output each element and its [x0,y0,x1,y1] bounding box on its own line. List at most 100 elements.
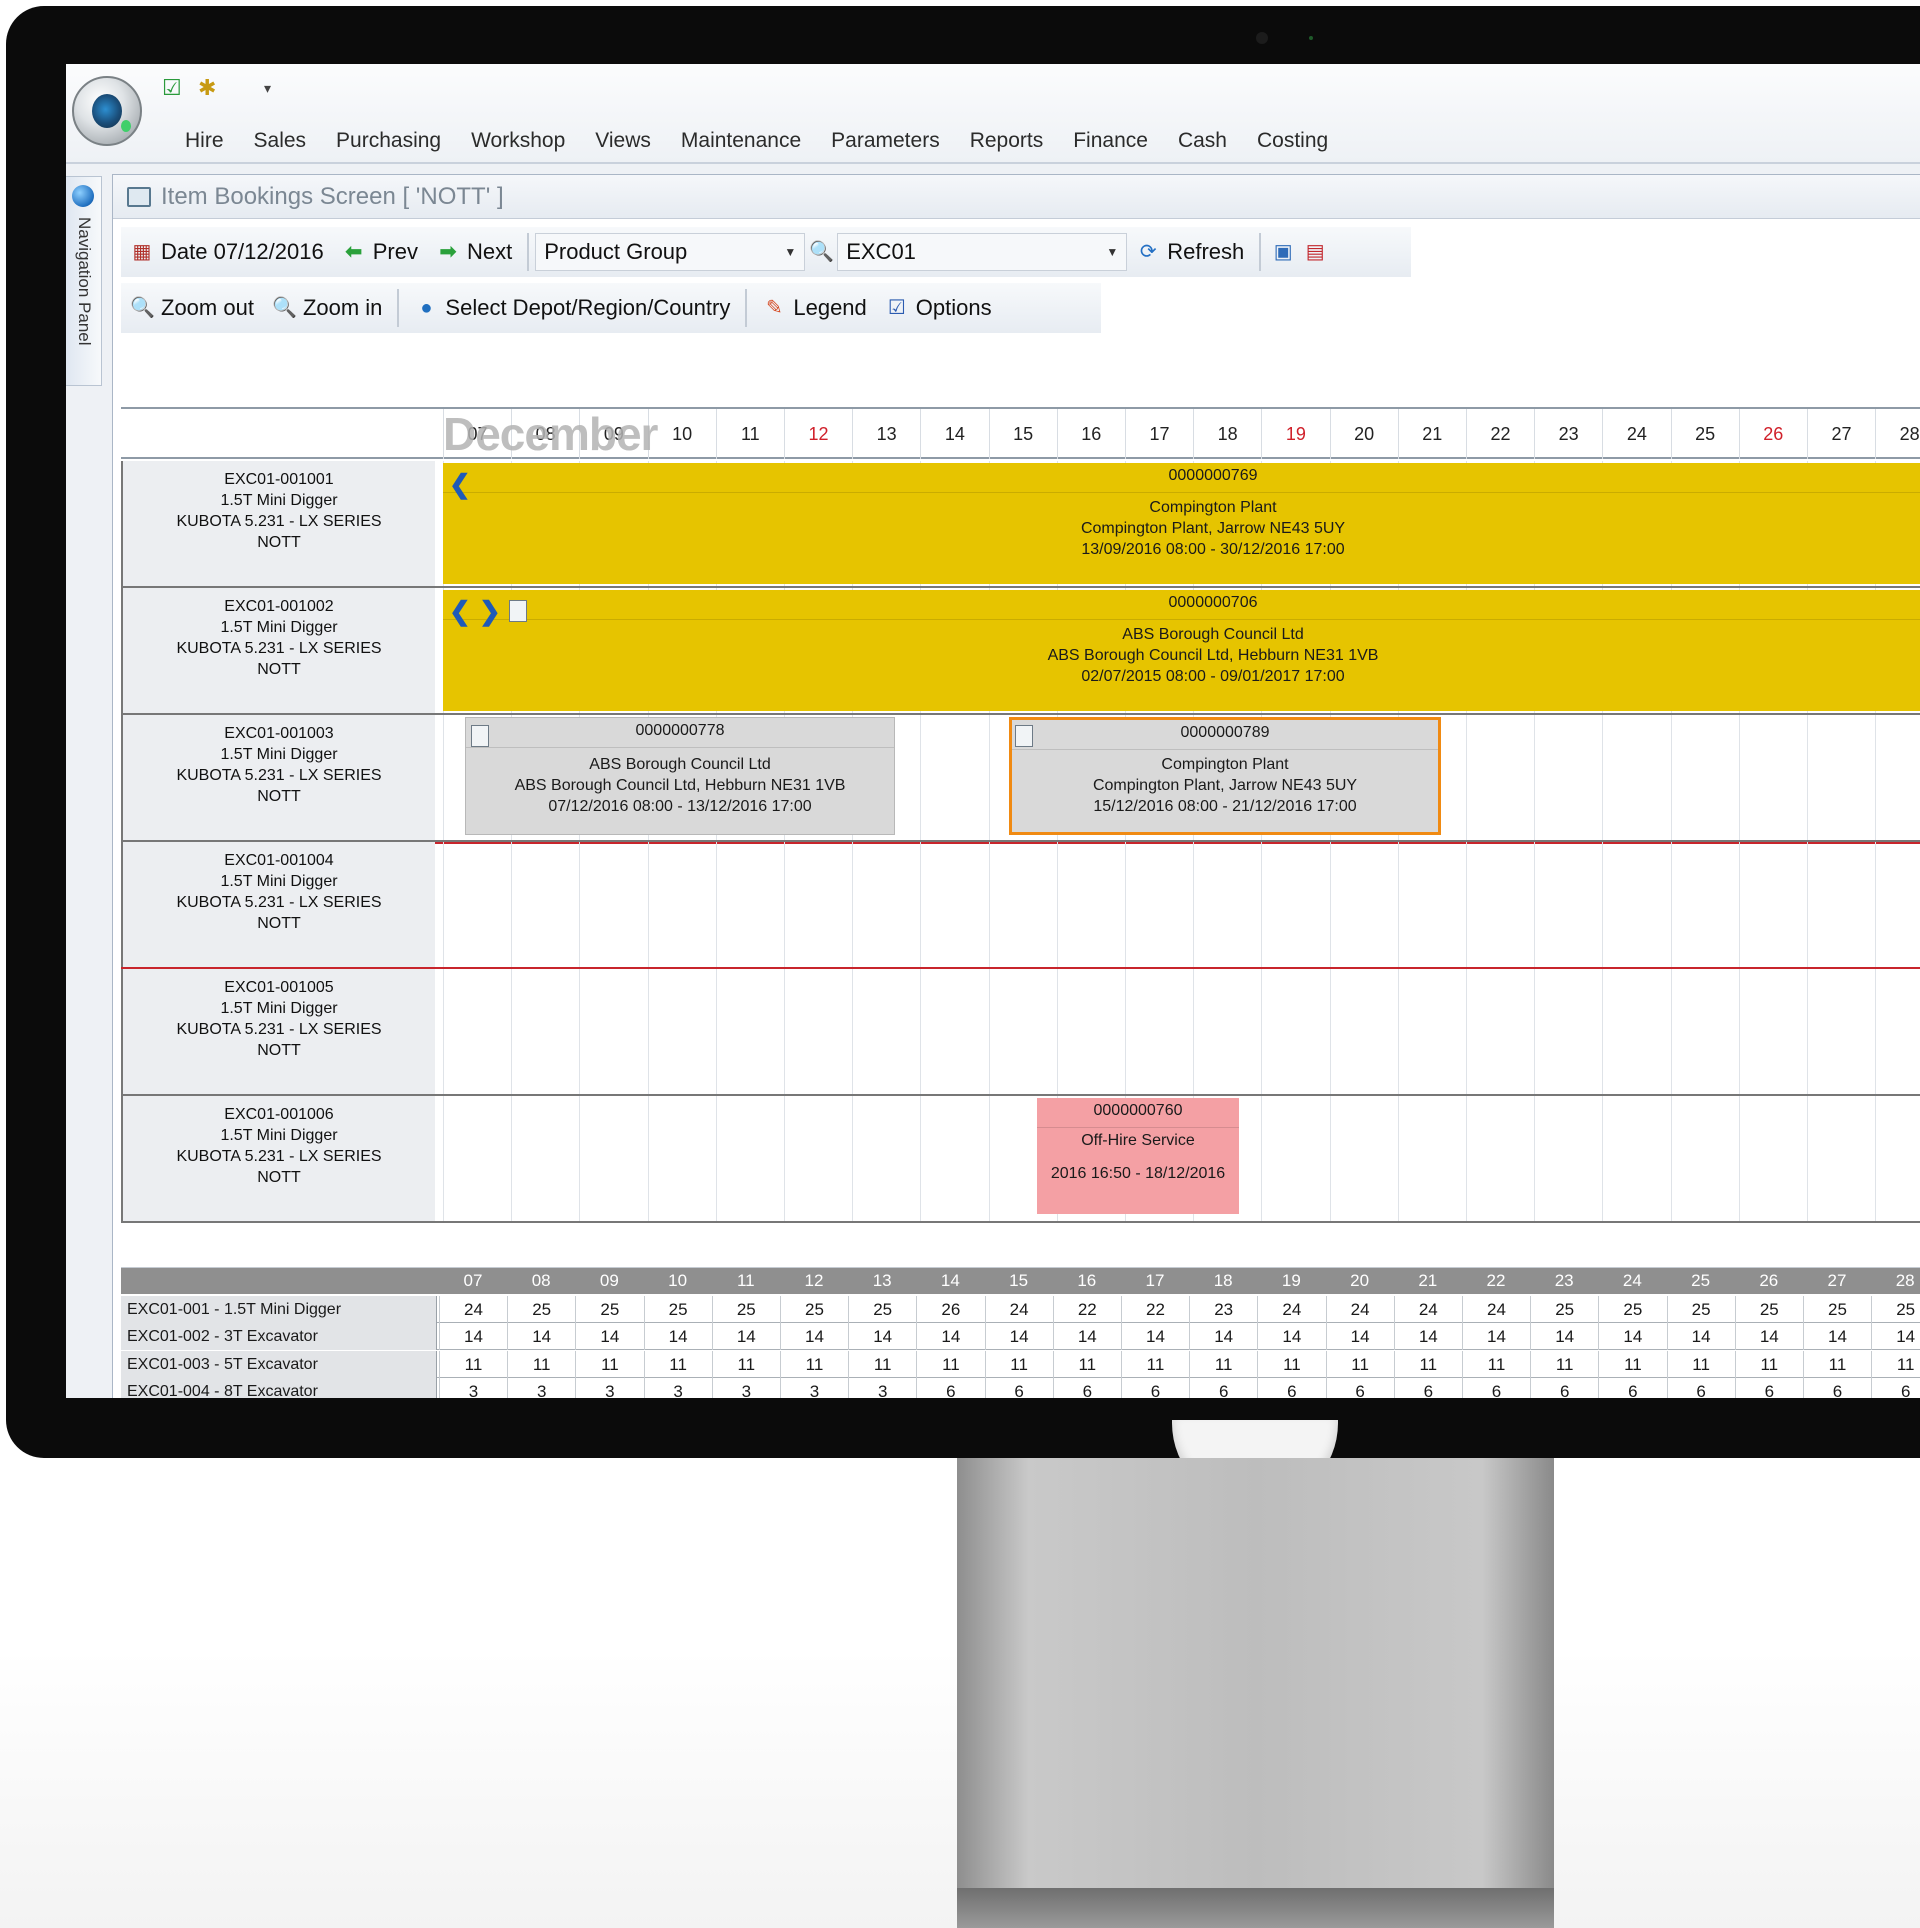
checklist-icon: ☑ [887,297,906,319]
day-cell-line [1261,1096,1263,1221]
item-label[interactable]: EXC01-001004 1.5T Mini Digger KUBOTA 5.231… [121,842,435,967]
summary-day-header: 13 [872,1271,892,1290]
item-label[interactable]: EXC01-001003 1.5T Mini Digger KUBOTA 5.231… [121,715,435,840]
window-title-bar: Item Bookings Screen [ 'NOTT' ] [113,175,1920,219]
summary-value: 11 [1871,1350,1920,1378]
group-select[interactable]: Product Group ▼ [535,233,806,271]
booking-scroll-left-icon[interactable]: ❮ [449,598,471,624]
booking-0000000760[interactable]: 0000000760 Off-Hire Service 2016 16:50 - 1… [1037,1098,1239,1214]
item-desc: 1.5T Mini Digger [220,1000,338,1017]
menu-item-hire[interactable]: Hire [170,128,239,154]
day-cell-line [1466,969,1467,1094]
quick-access-dropdown-icon[interactable]: ▾ [264,76,271,100]
navigation-panel-tab[interactable]: Navigation Panel [66,176,102,386]
summary-value: 6 [1052,1378,1121,1398]
zoom-out-button[interactable]: 🔍 Zoom out [121,287,263,329]
item-depot: NOTT [257,915,301,932]
product-search-select[interactable]: EXC01 ▼ [837,233,1128,271]
booking-customer: Compington Plant [1149,499,1277,516]
summary-day-header: 21 [1418,1271,1438,1290]
booking-details: ABS Borough Council Ltd ABS Borough Counc… [443,620,1920,687]
booking-0000000769[interactable]: 0000000769 Compington Plant Compington Pla… [443,463,1920,584]
summary-value: 14 [1871,1323,1920,1351]
booking-customer: ABS Borough Council Ltd [589,756,771,773]
day-cell-line [1534,969,1536,1094]
item-desc: 1.5T Mini Digger [220,619,338,636]
day-cell-line [511,969,513,1094]
summary-value: 3 [643,1378,712,1398]
refresh-button[interactable]: ⟳ Refresh [1127,231,1253,273]
menu-item-views[interactable]: Views [580,128,666,154]
day-header: 10 [647,409,716,459]
document-icon[interactable] [471,725,489,747]
day-cell-line [852,1096,854,1221]
arrow-left-icon: ⬅ [345,241,363,263]
day-header: 23 [1534,409,1602,459]
summary-value: 11 [711,1350,780,1378]
day-cell-line [1807,1096,1808,1221]
menu-item-reports[interactable]: Reports [955,128,1059,154]
day-cell-line [1261,969,1263,1094]
document-icon[interactable] [509,600,527,622]
booking-scroll-left-icon[interactable]: ❮ [449,471,471,497]
item-label[interactable]: EXC01-001001 1.5T Mini Digger KUBOTA 5.231… [121,461,435,586]
booking-0000000778[interactable]: 0000000778 ABS Borough Council Ltd ABS Bor… [465,717,895,835]
day-cell-line [988,1096,990,1221]
select-depot-button[interactable]: ● Select Depot/Region/Country [405,287,739,329]
date-button[interactable]: ▦ Date 07/12/2016 [121,231,333,273]
menu-item-maintenance[interactable]: Maintenance [666,128,816,154]
day-cell-line [988,715,990,840]
summary-value: 11 [1121,1350,1189,1378]
summary-value: 6 [1666,1378,1735,1398]
zoom-in-button[interactable]: 🔍 Zoom in [263,287,391,329]
booking-id: 0000000769 [443,463,1920,493]
tools-icon[interactable]: ✱ [198,76,216,100]
booking-scroll-right-icon[interactable]: ❯ [479,598,501,624]
day-cell-line [1056,842,1058,967]
day-cell-line [920,969,922,1094]
item-label[interactable]: EXC01-001006 1.5T Mini Digger KUBOTA 5.231… [121,1096,435,1221]
print-button[interactable]: ▤ [1299,231,1331,273]
summary-value: 6 [1257,1378,1325,1398]
item-label[interactable]: EXC01-001002 1.5T Mini Digger KUBOTA 5.231… [121,588,435,713]
day-cell-line [988,842,990,967]
summary-value: 25 [1530,1296,1598,1323]
summary-day-header: 26 [1759,1271,1779,1290]
main-menu: Hire Sales Purchasing Workshop Views Maintena… [170,128,1343,154]
app-menu-button[interactable] [72,76,142,146]
booking-0000000706[interactable]: 0000000706 ABS Borough Council Ltd ABS Bor… [443,590,1920,711]
next-button[interactable]: ➡ Next [427,231,521,273]
chevron-down-icon: ▼ [784,245,797,259]
summary-value: 14 [711,1323,780,1351]
day-cell-line [1738,969,1740,1094]
day-header: 11 [715,409,784,459]
menu-item-finance[interactable]: Finance [1058,128,1163,154]
prev-button[interactable]: ⬅ Prev [333,231,427,273]
menu-item-purchasing[interactable]: Purchasing [321,128,456,154]
day-cell-line [784,1096,785,1221]
day-cell-line [1670,1096,1672,1221]
day-header: 07 [443,409,511,459]
menu-item-workshop[interactable]: Workshop [456,128,580,154]
legend-button[interactable]: ✎ Legend [753,287,875,329]
summary-value: 14 [507,1323,575,1351]
day-cell-line [1875,969,1877,1094]
item-label[interactable]: EXC01-001005 1.5T Mini Digger KUBOTA 5.231… [121,969,435,1094]
menu-item-costing[interactable]: Costing [1242,128,1343,154]
summary-value: 24 [439,1296,507,1323]
booking-0000000789[interactable]: 0000000789 Compington Plant Compington Pla… [1009,717,1441,835]
summary-value: 22 [1052,1296,1121,1323]
export-button[interactable]: ▣ [1267,231,1299,273]
menu-item-cash[interactable]: Cash [1163,128,1242,154]
day-header: 09 [579,409,647,459]
day-header: 20 [1329,409,1398,459]
options-button[interactable]: ☑ Options [876,287,1001,329]
menu-item-parameters[interactable]: Parameters [816,128,955,154]
day-cell-line [579,1096,581,1221]
document-icon[interactable] [1015,725,1033,747]
day-cell-line [1193,842,1195,967]
menu-item-sales[interactable]: Sales [239,128,322,154]
search-icon-button[interactable]: 🔍 [805,231,837,273]
summary-value: 14 [1666,1323,1735,1351]
save-check-icon[interactable]: ☑ [162,76,182,100]
